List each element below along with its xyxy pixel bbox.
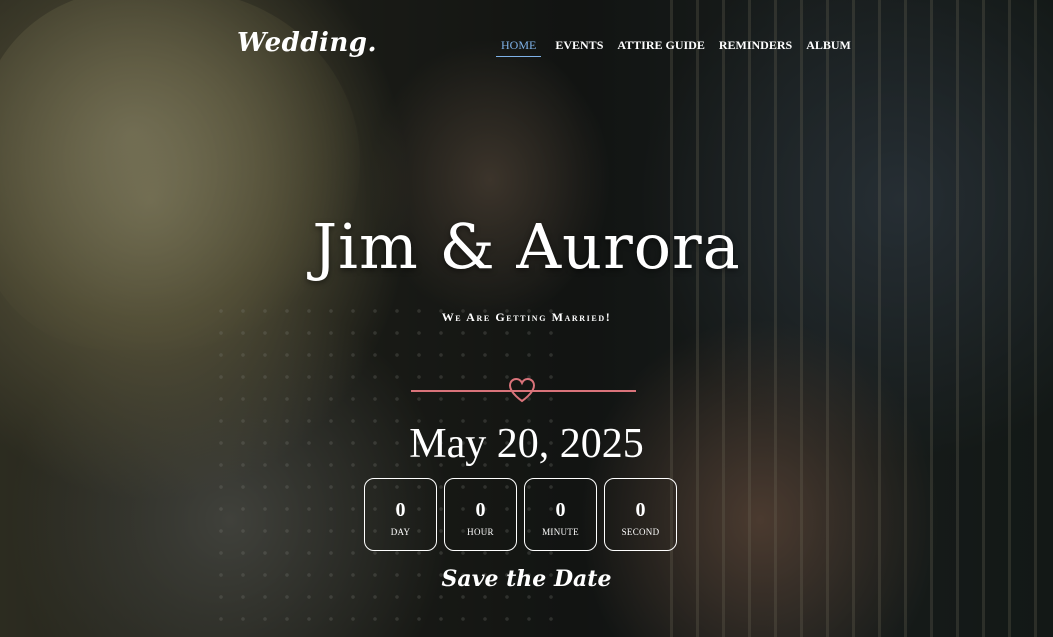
main-nav: HOME EVENTS ATTIRE GUIDE REMINDERS ALBUM: [496, 36, 851, 57]
countdown-value: 0: [555, 498, 566, 521]
hero-section: Wedding. HOME EVENTS ATTIRE GUIDE REMIND…: [0, 0, 1053, 637]
nav-events[interactable]: EVENTS: [555, 36, 603, 57]
countdown-label: SECOND: [621, 526, 660, 537]
tagline: We Are Getting Married!: [441, 310, 612, 324]
countdown-label: HOUR: [467, 526, 494, 537]
nav-attire-guide[interactable]: ATTIRE GUIDE: [617, 36, 704, 57]
nav-album[interactable]: ALBUM: [806, 36, 851, 57]
site-logo[interactable]: Wedding.: [237, 28, 377, 58]
countdown-value: 0: [635, 498, 646, 521]
countdown-second: 0 SECOND: [604, 478, 677, 551]
countdown-minute: 0 MINUTE: [524, 478, 597, 551]
couple-names: Jim & Aurora: [312, 210, 741, 283]
countdown-label: MINUTE: [542, 526, 579, 537]
nav-reminders[interactable]: REMINDERS: [719, 36, 792, 57]
wedding-date: May 20, 2025: [409, 421, 644, 467]
heart-icon: [508, 377, 536, 403]
countdown-value: 0: [475, 498, 486, 521]
save-the-date-text: Save the Date: [441, 566, 612, 592]
countdown-hour: 0 HOUR: [444, 478, 517, 551]
countdown-value: 0: [395, 498, 406, 521]
countdown: 0 DAY 0 HOUR 0 MINUTE 0 SECOND: [364, 478, 677, 551]
nav-home[interactable]: HOME: [496, 36, 542, 57]
countdown-day: 0 DAY: [364, 478, 437, 551]
countdown-label: DAY: [390, 526, 411, 537]
